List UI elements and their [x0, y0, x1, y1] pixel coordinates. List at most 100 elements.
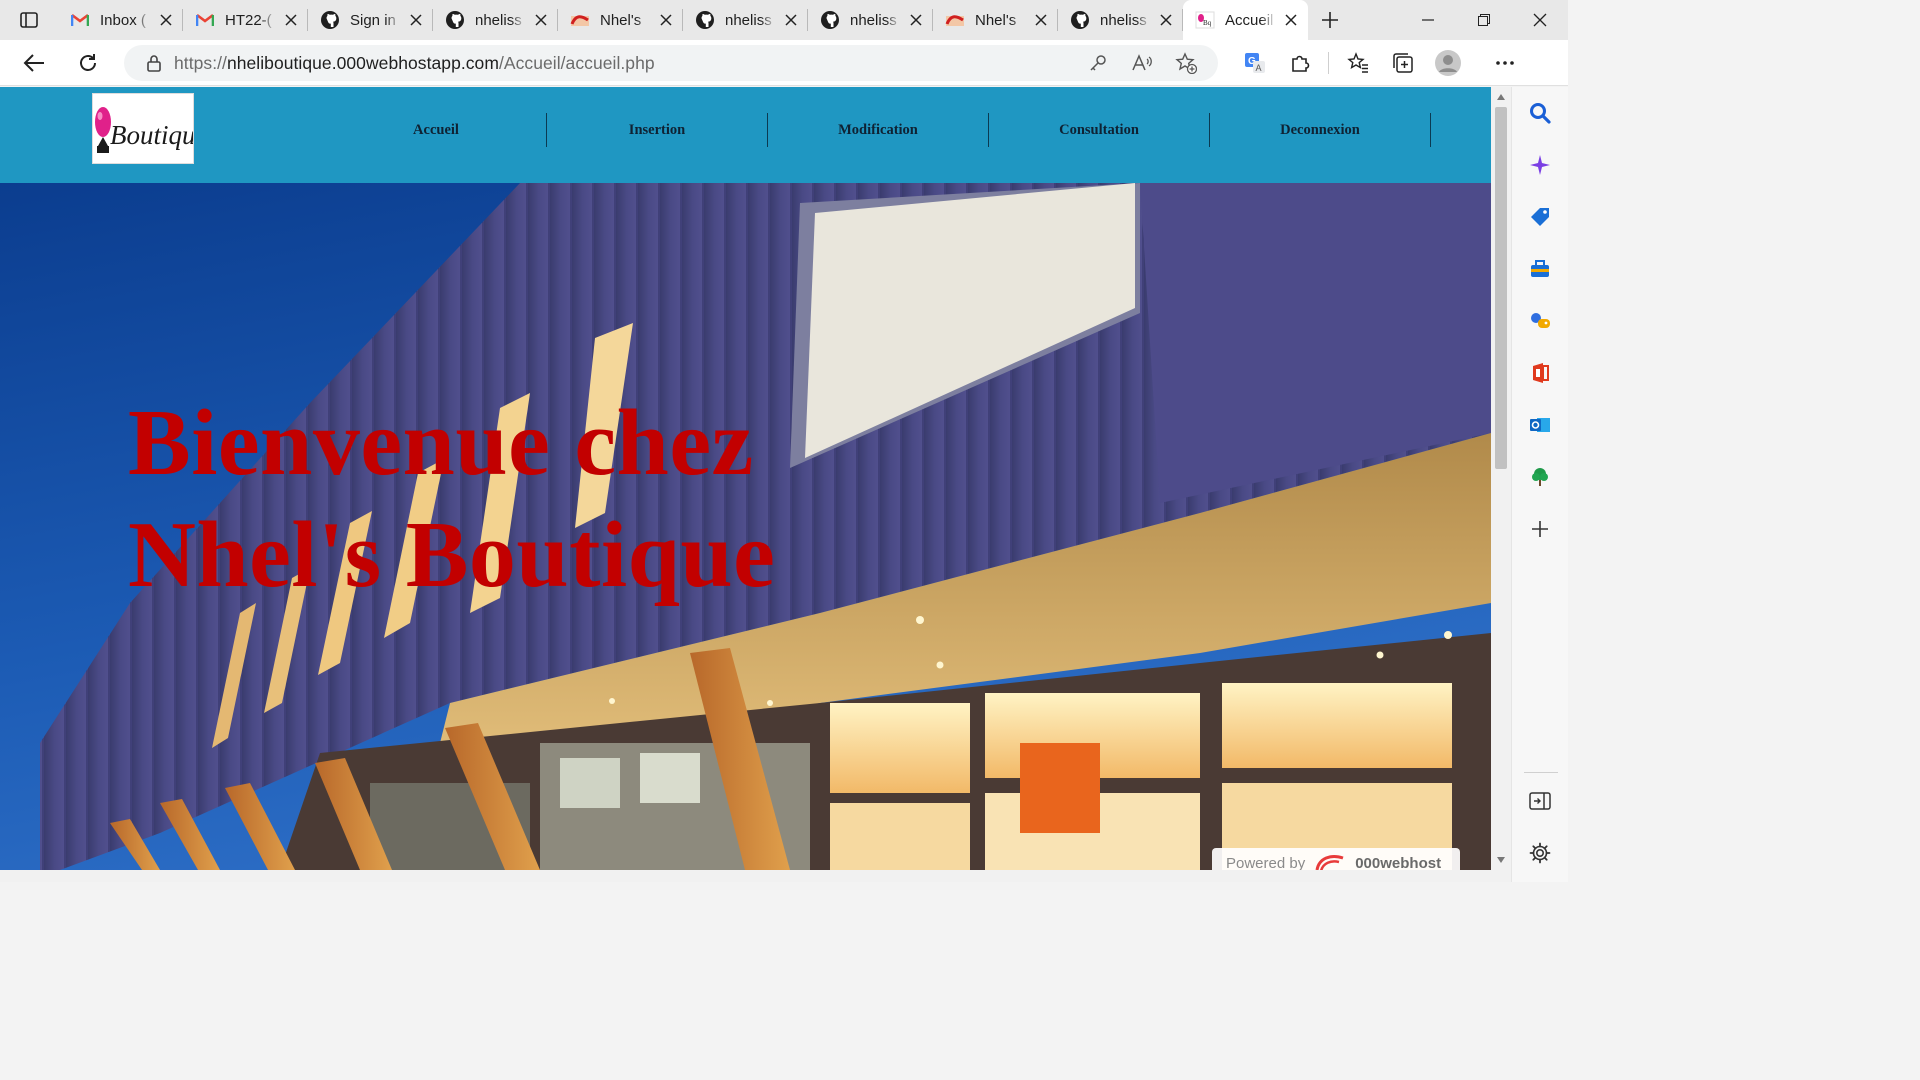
collections-icon: [1392, 53, 1413, 73]
close-tab-icon[interactable]: [1032, 11, 1050, 29]
webhost-logo-icon: [1315, 855, 1344, 870]
nav-consultation[interactable]: Consultation: [989, 113, 1210, 147]
sidebar-shopping-button[interactable]: [1526, 203, 1554, 231]
vertical-scrollbar[interactable]: [1491, 87, 1511, 870]
sidebar-copilot-button[interactable]: [1526, 151, 1554, 179]
add-favorite-icon[interactable]: [1168, 52, 1204, 74]
more-icon: [1495, 61, 1514, 65]
github-icon: [320, 10, 340, 30]
powered-by-badge[interactable]: Powered by 000webhost: [1212, 848, 1460, 870]
sidebar-search-button[interactable]: [1526, 99, 1554, 127]
extensions-button[interactable]: [1277, 45, 1322, 81]
close-tab-icon[interactable]: [907, 11, 925, 29]
minimize-button[interactable]: [1400, 0, 1456, 40]
sidebar-office-button[interactable]: [1526, 359, 1554, 387]
gmail-icon: [195, 10, 215, 30]
lock-icon[interactable]: [134, 54, 174, 72]
tab-actions-button[interactable]: [0, 0, 58, 40]
horizontal-scrollbar[interactable]: [0, 870, 1511, 882]
scroll-up-icon[interactable]: [1491, 89, 1511, 105]
restore-button[interactable]: [1456, 0, 1512, 40]
site-header: Boutique Accueil Insertion Modification …: [0, 87, 1491, 183]
browser-tab[interactable]: HT22-(: [183, 0, 308, 40]
profile-button[interactable]: [1425, 45, 1470, 81]
sidebar-settings-button[interactable]: [1526, 839, 1554, 867]
close-tab-icon[interactable]: [782, 11, 800, 29]
address-bar[interactable]: https://nheliboutique.000webhostapp.com/…: [124, 45, 1218, 81]
scroll-down-icon[interactable]: [1491, 852, 1511, 868]
office-icon: [1533, 363, 1549, 383]
tab-strip: Inbox ( HT22-( Sign in nheliss Nhel's nh…: [0, 0, 1568, 40]
translate-extension-button[interactable]: GA: [1232, 45, 1277, 81]
sidebar-games-button[interactable]: [1526, 307, 1554, 335]
browser-tab[interactable]: nheliss: [1058, 0, 1183, 40]
new-tab-button[interactable]: [1308, 0, 1352, 40]
sidebar-hide-button[interactable]: [1526, 787, 1554, 815]
tab-title: Accueil: [1225, 11, 1274, 29]
settings-and-more-button[interactable]: [1482, 45, 1527, 81]
tab-title: nheliss: [850, 11, 897, 29]
nav-insertion[interactable]: Insertion: [547, 113, 768, 147]
restore-icon: [1478, 14, 1490, 26]
github-icon: [445, 10, 465, 30]
avatar-icon: [1434, 50, 1461, 76]
toolbar-divider: [1328, 52, 1329, 74]
refresh-button[interactable]: [70, 45, 106, 81]
favorites-icon: [1346, 52, 1368, 73]
url-host: nheliboutique.000webhostapp.com: [226, 52, 499, 73]
toolbox-icon: [1531, 260, 1549, 277]
favorites-button[interactable]: [1335, 45, 1380, 81]
browser-tab[interactable]: nheliss: [808, 0, 933, 40]
gear-icon: [1529, 842, 1551, 864]
outlook-icon: [1530, 418, 1550, 432]
boutique-icon: [945, 10, 965, 30]
sparkle-icon: [1530, 155, 1550, 175]
browser-toolbar: https://nheliboutique.000webhostapp.com/…: [0, 40, 1568, 86]
key-icon[interactable]: [1080, 53, 1116, 73]
url-text[interactable]: https://nheliboutique.000webhostapp.com/…: [174, 53, 655, 74]
plus-icon: [1532, 521, 1548, 537]
sidebar-divider: [1524, 772, 1558, 773]
close-tab-icon[interactable]: [157, 11, 175, 29]
hero-title-line1: Bienvenue chez: [128, 391, 754, 495]
logo-text: Boutique: [110, 120, 194, 150]
games-icon: [1531, 313, 1550, 328]
main-nav: Accueil Insertion Modification Consultat…: [326, 113, 1431, 147]
tab-title: nheliss: [1100, 11, 1147, 29]
browser-tab[interactable]: Nhel's: [933, 0, 1058, 40]
nav-modification[interactable]: Modification: [768, 113, 989, 147]
page-viewport: Boutique Accueil Insertion Modification …: [0, 87, 1491, 870]
hero-title: Bienvenue chez Nhel's Boutique: [128, 387, 848, 611]
tab-title: Inbox (: [100, 11, 146, 29]
boutique-logo[interactable]: Boutique: [92, 93, 194, 164]
sidebar-tree-button[interactable]: [1526, 463, 1554, 491]
sidebar-add-button[interactable]: [1526, 515, 1554, 543]
close-tab-icon[interactable]: [282, 11, 300, 29]
nav-deconnexion[interactable]: Deconnexion: [1210, 113, 1431, 147]
tag-icon: [1531, 208, 1549, 226]
browser-tab[interactable]: nheliss: [683, 0, 808, 40]
close-tab-icon[interactable]: [1282, 11, 1300, 29]
close-tab-icon[interactable]: [657, 11, 675, 29]
scrollbar-thumb[interactable]: [1495, 107, 1507, 469]
read-aloud-icon[interactable]: [1124, 53, 1160, 73]
close-tab-icon[interactable]: [407, 11, 425, 29]
back-button[interactable]: [16, 45, 52, 81]
close-tab-icon[interactable]: [532, 11, 550, 29]
toolbar-extensions: GA: [1232, 45, 1527, 81]
browser-tab[interactable]: Inbox (: [58, 0, 183, 40]
sidebar-outlook-button[interactable]: [1526, 411, 1554, 439]
browser-tab[interactable]: Nhel's: [558, 0, 683, 40]
browser-tab[interactable]: nheliss: [433, 0, 558, 40]
sidebar-tools-button[interactable]: [1526, 255, 1554, 283]
collections-button[interactable]: [1380, 45, 1425, 81]
tab-title: nheliss: [475, 11, 522, 29]
close-window-button[interactable]: [1512, 0, 1568, 40]
tab-title: Sign in: [350, 11, 396, 29]
browser-tab[interactable]: Sign in: [308, 0, 433, 40]
browser-tab-active[interactable]: Bq Accueil: [1183, 0, 1308, 40]
nav-accueil[interactable]: Accueil: [326, 113, 547, 147]
boutique-icon: [570, 10, 590, 30]
close-tab-icon[interactable]: [1157, 11, 1175, 29]
svg-text:A: A: [1255, 63, 1261, 73]
